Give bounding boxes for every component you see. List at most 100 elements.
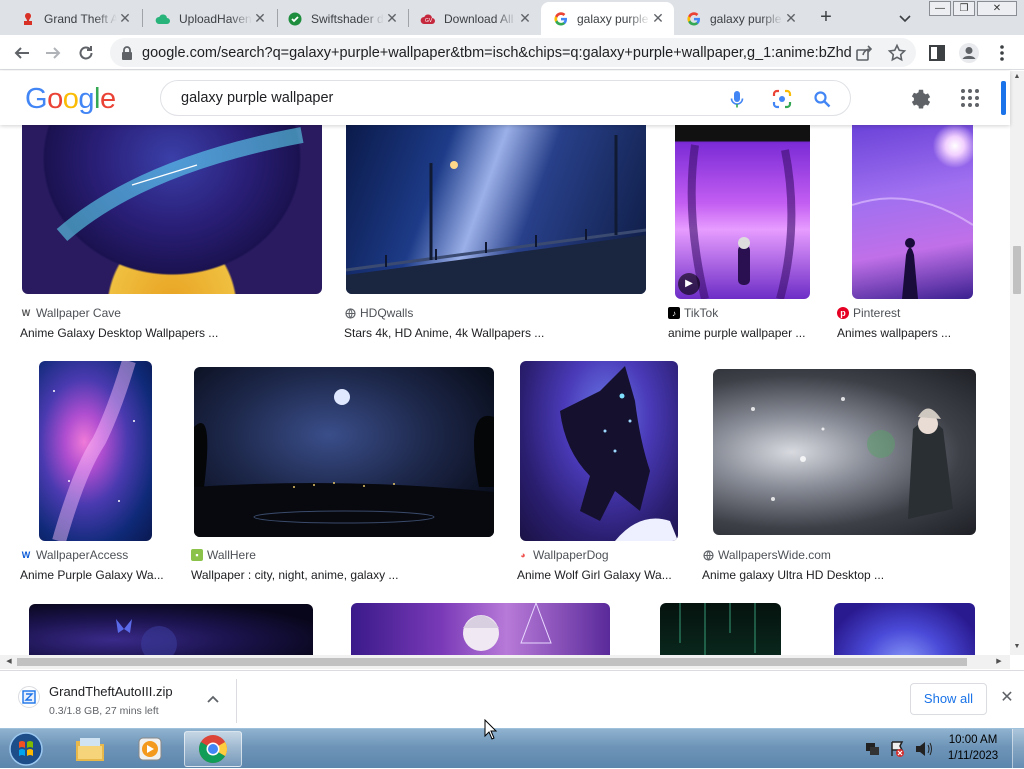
close-window-button[interactable]: ✕ [977,1,1017,16]
source-name: Wallpaper Cave [36,306,121,320]
result-image[interactable] [852,125,973,299]
bookmark-star-icon[interactable] [887,43,907,63]
tab-search-chevron-icon[interactable] [895,8,915,28]
search-icon[interactable] [811,88,833,110]
result-caption[interactable]: Anime galaxy Ultra HD Desktop ... [702,568,962,582]
result-image[interactable] [834,603,975,655]
system-clock[interactable]: 10:00 AM 1/11/2023 [940,732,1006,764]
download-status: 0.3/1.8 GB, 27 mins left [49,705,159,717]
vertical-scroll-thumb[interactable] [1013,246,1021,294]
settings-gear-icon[interactable] [908,86,932,110]
logo-letter: o [47,83,63,115]
result-image[interactable] [346,125,646,294]
back-arrow-icon[interactable] [11,42,33,64]
close-shelf-icon[interactable]: ✕ [998,689,1016,707]
vertical-scrollbar[interactable]: ▲ ▼ [1010,71,1024,655]
tab-galaxy-2[interactable]: galaxy purple wallpaper ✕ [674,2,807,35]
lock-icon[interactable] [120,45,134,61]
result-source[interactable]: W Wallpaper Cave [20,306,121,320]
download-filename[interactable]: GrandTheftAutoIII.zip [49,684,173,699]
divider [236,679,237,723]
search-box[interactable]: galaxy purple wallpaper [160,80,851,116]
tab-strip: Grand Theft Auto III ✕ UploadHaven ✕ Swi… [0,0,1024,35]
result-caption[interactable]: Animes wallpapers ... [837,326,987,340]
result-image[interactable] [194,367,494,537]
tab-title: galaxy purple wallpaper [577,11,650,26]
apps-grid-icon[interactable] [960,88,980,108]
tab-title: Download All [444,11,514,26]
action-center-flag-icon [891,741,904,757]
chrome-taskbar-icon[interactable] [184,731,242,767]
reload-icon[interactable] [75,42,97,64]
microphone-icon[interactable] [726,88,748,110]
scroll-up-arrow-icon[interactable]: ▲ [1010,71,1024,83]
share-icon[interactable] [854,43,874,63]
result-source[interactable]: WallpapersWide.com [702,548,831,562]
tab-download-all[interactable]: GV Download All ✕ [408,2,541,35]
zip-file-icon[interactable] [18,685,40,709]
profile-avatar-icon[interactable] [958,42,980,64]
result-caption[interactable]: anime purple wallpaper ... [668,326,813,340]
result-image[interactable] [351,603,610,655]
result-caption[interactable]: Stars 4k, HD Anime, 4k Wallpapers ... [344,326,644,340]
result-caption[interactable]: Wallpaper : city, night, anime, galaxy .… [191,568,491,582]
url-text[interactable]: google.com/search?q=galaxy+purple+wallpa… [142,45,852,61]
result-image[interactable] [39,361,152,541]
close-tab-icon[interactable]: ✕ [650,10,666,27]
result-source[interactable]: HDQwalls [344,306,413,320]
chevron-up-icon[interactable] [204,691,222,709]
media-player-icon[interactable] [121,731,179,767]
result-image[interactable] [22,125,322,294]
google-header: Google galaxy purple wallpaper [0,71,1010,125]
result-source[interactable]: ◕ WallpaperDog [517,548,608,562]
show-all-button[interactable]: Show all [910,683,987,715]
source-name: HDQwalls [360,306,414,320]
mouse-cursor-icon [484,719,498,741]
kebab-menu-icon[interactable] [991,42,1013,64]
start-orb-icon[interactable] [6,731,46,767]
download-shelf: GrandTheftAutoIII.zip 0.3/1.8 GB, 27 min… [0,670,1024,728]
result-caption[interactable]: Anime Galaxy Desktop Wallpapers ... [20,326,310,340]
close-tab-icon[interactable]: ✕ [783,10,799,27]
forward-arrow-icon[interactable] [42,42,64,64]
restore-button[interactable]: ❐ [953,1,975,16]
tab-galaxy-active[interactable]: galaxy purple wallpaper ✕ [541,2,674,35]
close-tab-icon[interactable]: ✕ [517,10,533,27]
close-tab-icon[interactable]: ✕ [252,10,268,27]
tab-swiftshader[interactable]: Swiftshader dll ✕ [275,2,408,35]
sign-in-button-edge[interactable] [1001,81,1006,115]
address-bar[interactable]: google.com/search?q=galaxy+purple+wallpa… [110,38,916,67]
close-tab-icon[interactable]: ✕ [117,10,133,27]
result-source[interactable]: W WallpaperAccess [20,548,129,562]
tab-title: Grand Theft Auto III [44,11,117,26]
show-desktop-button[interactable] [1012,729,1024,769]
tab-uploadhaven[interactable]: UploadHaven ✕ [143,2,276,35]
file-explorer-icon[interactable] [61,731,119,767]
horizontal-scrollbar[interactable]: ◀ ▶ [0,655,1010,669]
result-source[interactable]: ♪ TikTok [668,306,718,320]
result-image[interactable] [713,369,976,535]
cloud-red-icon: GV [420,11,436,27]
google-lens-icon[interactable] [771,88,793,110]
result-image[interactable] [660,603,781,655]
result-caption[interactable]: Anime Purple Galaxy Wa... [20,568,168,582]
scroll-down-arrow-icon[interactable]: ▼ [1010,641,1024,653]
google-logo[interactable]: Google [25,83,116,116]
scroll-right-arrow-icon[interactable]: ▶ [992,656,1006,668]
new-tab-button[interactable]: + [815,7,837,29]
result-source[interactable]: p Pinterest [837,306,900,320]
result-image[interactable] [29,604,313,655]
result-image[interactable] [520,361,678,541]
globe-icon [702,549,714,561]
result-caption[interactable]: Anime Wolf Girl Galaxy Wa... [517,568,677,582]
horizontal-scroll-thumb[interactable] [17,658,967,666]
scroll-left-arrow-icon[interactable]: ◀ [2,656,16,668]
side-panel-icon[interactable] [926,42,948,64]
minimize-button[interactable]: — [929,1,951,16]
close-tab-icon[interactable]: ✕ [384,10,400,27]
search-input[interactable]: galaxy purple wallpaper [181,90,333,106]
result-image[interactable]: ▶ [675,125,810,299]
google-icon [553,11,569,27]
result-source[interactable]: ▪ WallHere [191,548,256,562]
tab-grand-theft[interactable]: Grand Theft Auto III ✕ [8,2,141,35]
